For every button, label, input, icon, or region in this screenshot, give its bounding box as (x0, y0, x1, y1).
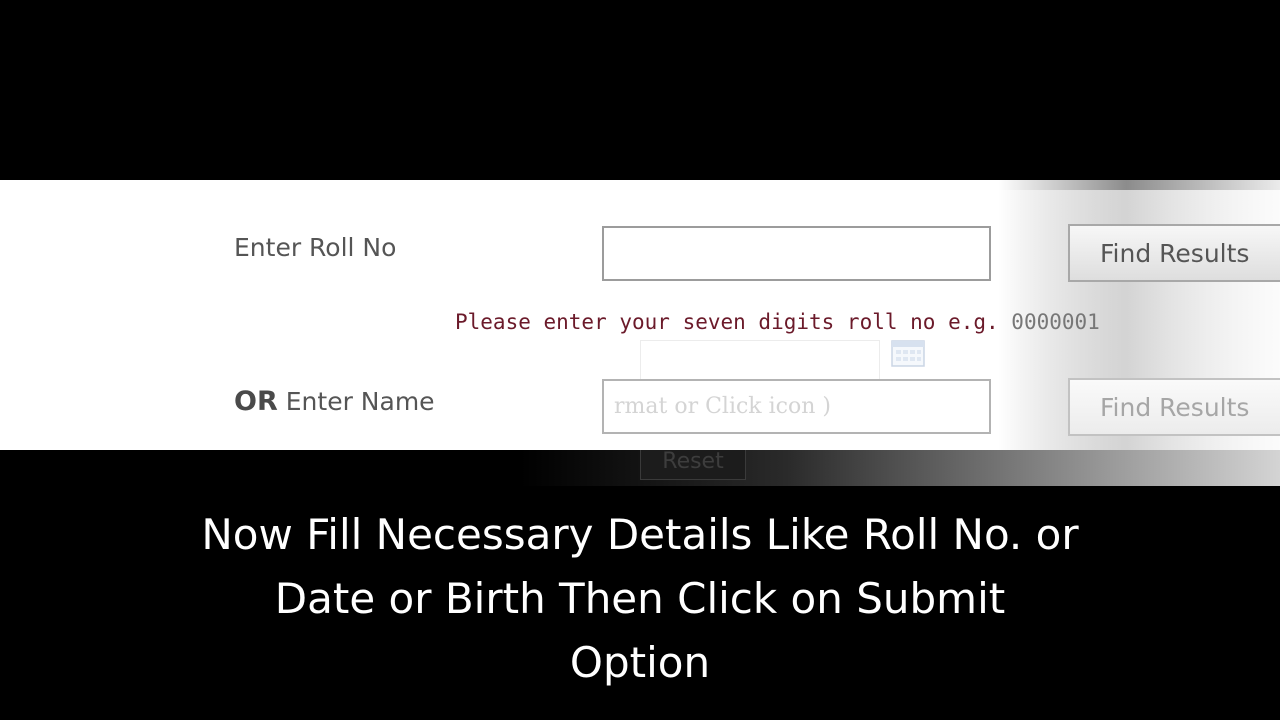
name-input[interactable] (602, 379, 991, 434)
hint-prefix: Please enter your seven digits roll no e… (455, 310, 1012, 334)
date-input-ghost (640, 340, 880, 384)
roll-no-input[interactable] (602, 226, 991, 281)
roll-no-hint: Please enter your seven digits roll no e… (455, 310, 1100, 334)
result-search-form: Enter Roll No Find Results Please enter … (0, 180, 1280, 450)
video-frame: Reset Enter Roll No Find Results Please … (0, 0, 1280, 720)
caption-line-2: Date or Birth Then Click on Submit (274, 574, 1006, 623)
calendar-icon[interactable] (890, 338, 926, 368)
caption-line-1: Now Fill Necessary Details Like Roll No.… (201, 510, 1079, 559)
find-results-by-name-button[interactable]: Find Results (1068, 378, 1280, 436)
or-label: OR (234, 386, 278, 417)
enter-name-text: Enter Name (285, 387, 435, 416)
find-results-by-roll-button[interactable]: Find Results (1068, 224, 1280, 282)
name-label: OR Enter Name (234, 387, 435, 417)
video-caption: Now Fill Necessary Details Like Roll No.… (140, 503, 1140, 695)
hint-example: 0000001 (1011, 310, 1100, 334)
roll-no-label: Enter Roll No (234, 233, 397, 262)
caption-line-3: Option (569, 638, 711, 687)
